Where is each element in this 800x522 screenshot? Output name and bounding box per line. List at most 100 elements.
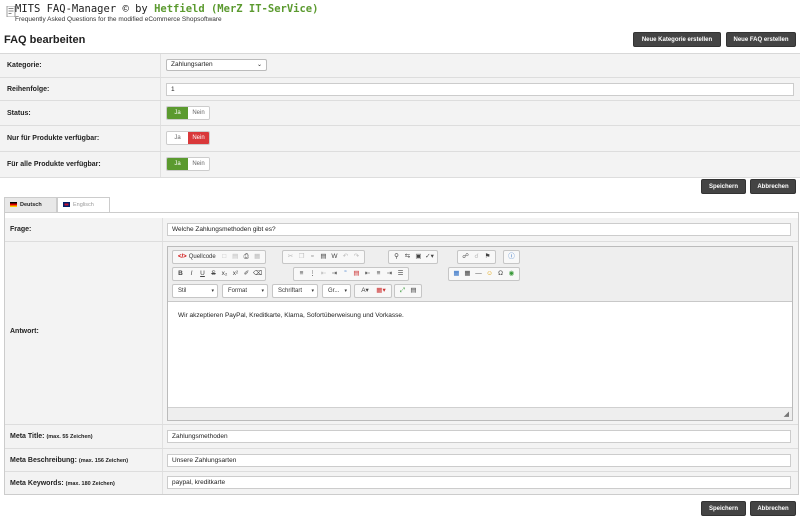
special-char-icon[interactable]: Ω [496, 269, 505, 279]
copy-format-icon[interactable]: ✐ [242, 269, 251, 279]
superscript-icon[interactable]: x² [231, 269, 240, 279]
status-toggle[interactable]: Ja Nein [166, 106, 210, 120]
alle-produkte-no-option[interactable]: Nein [188, 158, 209, 170]
outdent-icon[interactable]: ⇤ [319, 269, 328, 279]
tab-deutsch[interactable]: Deutsch [4, 197, 57, 213]
meta-keywords-hint: (max. 180 Zeichen) [65, 481, 115, 487]
uk-flag-icon [63, 201, 70, 207]
cut-icon[interactable]: ✂ [286, 252, 295, 262]
source-code-button[interactable]: </> Quellcode [175, 254, 219, 260]
reihenfolge-label: Reihenfolge: [7, 86, 50, 93]
horizontal-line-icon[interactable]: — [474, 269, 483, 279]
show-blocks-icon[interactable]: ▤ [409, 286, 418, 296]
print-icon[interactable]: ⎙ [242, 252, 251, 262]
meta-desc-label-text: Meta Beschreibung: [10, 457, 77, 464]
toolbar-group-clipboard: ✂ ❐ ▫ ▤ W ↶ ↷ [282, 250, 365, 264]
font-combo[interactable]: Schriftart ▾ [272, 284, 318, 298]
maximize-icon[interactable]: ⤢ [398, 286, 407, 296]
link-icon[interactable]: ☍ [461, 252, 470, 262]
templates-icon[interactable]: ▦ [253, 252, 262, 262]
status-no-option[interactable]: Nein [188, 107, 209, 119]
smiley-icon[interactable]: ☺ [485, 269, 494, 279]
find-icon[interactable]: ⚲ [392, 252, 401, 262]
spellcheck-icon[interactable]: ✓▾ [425, 252, 434, 262]
meta-desc-input[interactable]: Unsere Zahlungsarten [167, 454, 791, 467]
style-combo-label: Stil [178, 288, 187, 294]
new-faq-button[interactable]: Neue FAQ erstellen [726, 32, 796, 47]
status-label: Status: [7, 110, 31, 117]
format-combo[interactable]: Format ▾ [222, 284, 268, 298]
resize-grip-icon[interactable]: ◢ [784, 410, 789, 418]
blockquote-icon[interactable]: ” [341, 269, 350, 279]
select-all-icon[interactable]: ▣ [414, 252, 423, 262]
about-icon[interactable]: ⓘ [507, 252, 516, 262]
background-color-icon[interactable]: ▦▾ [374, 286, 388, 296]
nur-produkte-toggle[interactable]: Ja Nein [166, 131, 210, 145]
antwort-label: Antwort: [10, 328, 39, 335]
language-panel: Frage: Welche Zahlungsmethoden gibt es? … [4, 212, 799, 495]
align-right-icon[interactable]: ⇥ [385, 269, 394, 279]
new-page-icon[interactable]: □ [220, 252, 229, 262]
meta-title-label-text: Meta Title: [10, 433, 45, 440]
toolbar-group-links: ☍ ☌ ⚑ [457, 250, 496, 264]
redo-icon[interactable]: ↷ [352, 252, 361, 262]
paste-text-icon[interactable]: ▤ [319, 252, 328, 262]
save-button-top[interactable]: Speichern [701, 179, 746, 194]
frage-label: Frage: [10, 226, 32, 233]
table-icon[interactable]: ▦ [463, 269, 472, 279]
nur-produkte-yes-option[interactable]: Ja [167, 132, 188, 144]
chevron-down-icon: ▾ [311, 288, 314, 294]
reihenfolge-input[interactable]: 1 [166, 83, 794, 96]
paste-icon[interactable]: ▫ [308, 252, 317, 262]
remove-format-icon[interactable]: ⌫ [253, 269, 262, 279]
underline-icon[interactable]: U [198, 269, 207, 279]
status-yes-option[interactable]: Ja [167, 107, 188, 119]
meta-title-input[interactable]: Zahlungsmethoden [167, 430, 791, 443]
alle-produkte-toggle[interactable]: Ja Nein [166, 157, 210, 171]
div-container-icon[interactable]: ▤ [352, 269, 361, 279]
undo-icon[interactable]: ↶ [341, 252, 350, 262]
style-combo[interactable]: Stil ▾ [172, 284, 218, 298]
tab-englisch[interactable]: Englisch [57, 197, 110, 213]
preview-icon[interactable]: ▤ [231, 252, 240, 262]
meta-desc-hint: (max. 156 Zeichen) [78, 458, 129, 464]
image-icon[interactable]: ▦ [452, 269, 461, 279]
copy-icon[interactable]: ❐ [297, 252, 306, 262]
bulleted-list-icon[interactable]: ⋮ [308, 269, 317, 279]
strikethrough-icon[interactable]: S [209, 269, 218, 279]
editor-content[interactable]: Wir akzeptieren PayPal, Kreditkarte, Kla… [178, 312, 404, 319]
align-left-icon[interactable]: ⇤ [363, 269, 372, 279]
meta-keywords-input[interactable]: paypal, kreditkarte [167, 476, 791, 489]
frage-input[interactable]: Welche Zahlungsmethoden gibt es? [167, 223, 791, 236]
size-combo[interactable]: Gr... ▾ [322, 284, 351, 298]
tab-englisch-label: Englisch [73, 202, 94, 208]
align-center-icon[interactable]: ≡ [374, 269, 383, 279]
numbered-list-icon[interactable]: ≡ [297, 269, 306, 279]
nur-produkte-no-option[interactable]: Nein [188, 132, 209, 144]
paste-word-icon[interactable]: W [330, 252, 339, 262]
save-button-bottom[interactable]: Speichern [701, 501, 746, 516]
subscript-icon[interactable]: x₂ [220, 269, 229, 279]
cancel-button-top[interactable]: Abbrechen [750, 179, 796, 194]
page-title: FAQ bearbeiten [4, 34, 86, 46]
alle-produkte-yes-option[interactable]: Ja [167, 158, 188, 170]
kategorie-select[interactable]: Zahlungsarten ⌄ [166, 59, 267, 71]
justify-icon[interactable]: ☰ [396, 269, 405, 279]
app-title-brand[interactable]: Hetfield (MerZ IT-SerVice) [154, 3, 318, 15]
new-category-button[interactable]: Neue Kategorie erstellen [633, 32, 721, 47]
iframe-icon[interactable]: ◉ [507, 269, 516, 279]
anchor-icon[interactable]: ⚑ [483, 252, 492, 262]
replace-icon[interactable]: ⇆ [403, 252, 412, 262]
bold-icon[interactable]: B [176, 269, 185, 279]
cancel-button-bottom[interactable]: Abbrechen [750, 501, 796, 516]
indent-icon[interactable]: ⇥ [330, 269, 339, 279]
text-color-icon[interactable]: A▾ [358, 286, 372, 296]
unlink-icon[interactable]: ☌ [472, 252, 481, 262]
row-meta-keywords: Meta Keywords: (max. 180 Zeichen) paypal… [5, 472, 798, 494]
toolbar-group-tools: ⤢ ▤ [394, 284, 422, 298]
row-status: Status: Ja Nein [0, 101, 800, 126]
app-title: MITS FAQ-Manager © by Hetfield (MerZ IT-… [15, 3, 318, 15]
toolbar-group-document: </> Quellcode □ ▤ ⎙ ▦ [172, 250, 266, 264]
italic-icon[interactable]: I [187, 269, 196, 279]
nur-produkte-label: Nur für Produkte verfügbar: [7, 135, 100, 142]
